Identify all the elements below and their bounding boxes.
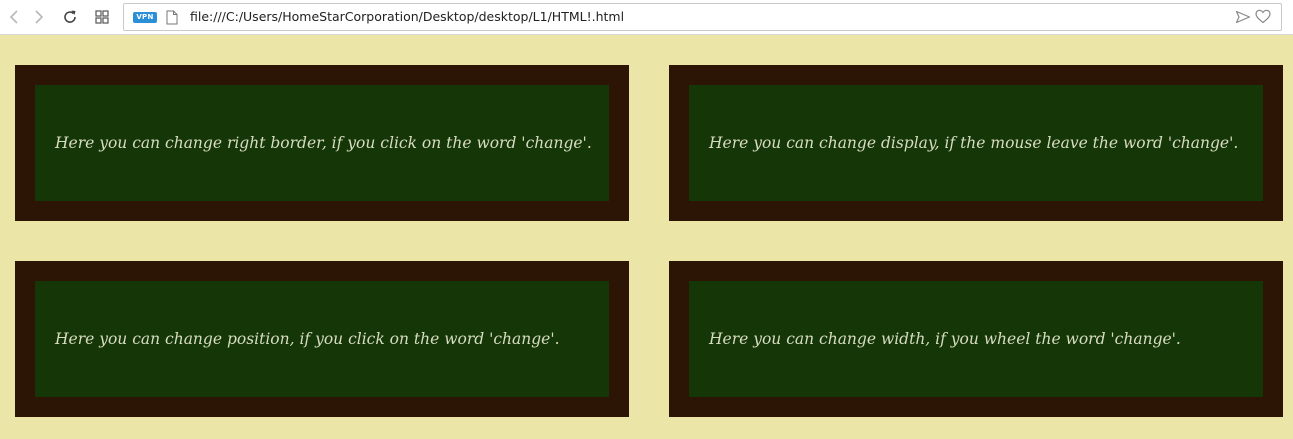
- address-bar[interactable]: VPN file:///C:/Users/HomeStarCorporation…: [123, 3, 1282, 31]
- card-inner: Here you can change position, if you cli…: [35, 281, 609, 397]
- card-position: Here you can change position, if you cli…: [15, 261, 629, 417]
- card-text[interactable]: Here you can change display, if the mous…: [709, 134, 1238, 152]
- forward-button[interactable]: [26, 4, 52, 30]
- card-right-border: Here you can change right border, if you…: [15, 65, 629, 221]
- url-text[interactable]: file:///C:/Users/HomeStarCorporation/Des…: [190, 4, 624, 30]
- heart-icon: [1255, 9, 1271, 28]
- send-button[interactable]: [1234, 9, 1252, 27]
- reload-button[interactable]: [57, 4, 83, 30]
- card-text[interactable]: Here you can change position, if you cli…: [55, 330, 560, 348]
- page-icon: [166, 10, 178, 29]
- card-text[interactable]: Here you can change width, if you wheel …: [709, 330, 1181, 348]
- back-button[interactable]: [1, 4, 27, 30]
- tabs-grid-button[interactable]: [89, 4, 115, 30]
- send-icon: [1235, 9, 1251, 28]
- card-display: Here you can change display, if the mous…: [669, 65, 1283, 221]
- browser-toolbar: VPN file:///C:/Users/HomeStarCorporation…: [0, 0, 1293, 35]
- favorite-button[interactable]: [1254, 9, 1272, 27]
- reload-icon: [62, 9, 78, 25]
- vpn-badge[interactable]: VPN: [133, 12, 157, 23]
- card-inner: Here you can change width, if you wheel …: [689, 281, 1263, 397]
- card-inner: Here you can change display, if the mous…: [689, 85, 1263, 201]
- tiles-grid-icon: [95, 10, 109, 24]
- back-arrow-icon: [8, 9, 20, 25]
- card-text[interactable]: Here you can change right border, if you…: [55, 134, 592, 152]
- card-width: Here you can change width, if you wheel …: [669, 261, 1283, 417]
- card-inner: Here you can change right border, if you…: [35, 85, 609, 201]
- forward-arrow-icon: [33, 9, 45, 25]
